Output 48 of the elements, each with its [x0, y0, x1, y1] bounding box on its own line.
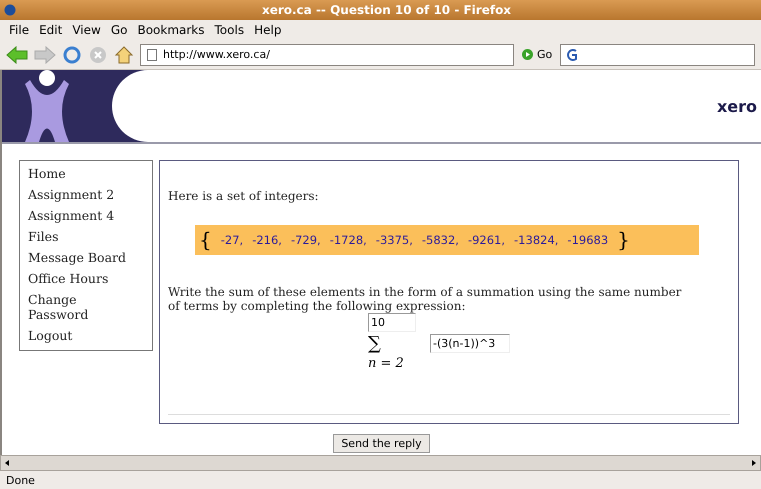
search-field[interactable]: [560, 44, 755, 66]
status-text: Done: [6, 474, 35, 486]
sigma-symbol: ∑: [368, 334, 382, 354]
horizontal-scrollbar[interactable]: [0, 455, 761, 471]
address-field[interactable]: http://www.xero.ca/: [140, 44, 514, 66]
send-button[interactable]: Send the reply: [333, 434, 430, 453]
menu-item[interactable]: Tools: [210, 23, 250, 37]
sidebar-link[interactable]: Home: [28, 163, 128, 184]
integer-value: -729,: [290, 233, 321, 247]
menu-item[interactable]: Edit: [34, 23, 68, 37]
sidebar-link[interactable]: Message Board: [28, 247, 128, 268]
integer-value: -19683: [567, 233, 608, 247]
integer-value: -27,: [220, 233, 244, 247]
menu-item[interactable]: Bookmarks: [132, 23, 210, 37]
intro-text: Here is a set of integers:: [168, 189, 320, 203]
menu-item[interactable]: File: [4, 23, 34, 37]
lower-limit: n = 2: [368, 356, 405, 371]
menu-item[interactable]: Go: [106, 23, 132, 37]
sidebar-link[interactable]: Files: [28, 226, 128, 247]
menu-item[interactable]: View: [67, 23, 106, 37]
integer-value: -5832,: [422, 233, 459, 247]
sidebar-link[interactable]: Logout: [28, 325, 128, 346]
integer-value: -1728,: [330, 233, 367, 247]
open-brace: {: [199, 228, 212, 252]
logo-drawing: [25, 70, 69, 142]
menu-item[interactable]: Help: [249, 23, 286, 37]
sidebar-link[interactable]: Change Password: [28, 289, 128, 325]
instruction-text: Write the sum of these elements in the form of a summation using the same number of terms by completing the following expression:: [168, 285, 682, 313]
upper-limit-field[interactable]: 10: [368, 313, 416, 332]
integer-value: -216,: [252, 233, 282, 247]
integer-value: -13824,: [514, 233, 558, 247]
sidebar-link[interactable]: Assignment 4: [28, 205, 128, 226]
term-field[interactable]: -(3(n-1))^3: [430, 334, 510, 353]
play-icon: [522, 49, 533, 60]
go-button[interactable]: Go: [520, 48, 554, 61]
window-title: xero.ca -- Question 10 of 10 - Firefox: [260, 3, 512, 17]
close-brace: }: [617, 228, 630, 252]
integer-value: -3375,: [376, 233, 413, 247]
back-arrow-icon[interactable]: [6, 46, 28, 64]
sidebar-link[interactable]: Assignment 2: [28, 184, 128, 205]
site-name: xero: [716, 96, 758, 116]
search-engine-icon: [565, 48, 580, 62]
url-text: http://www.xero.ca/: [163, 48, 270, 61]
forward-arrow-icon[interactable]: [34, 46, 56, 64]
page-icon: [147, 48, 157, 60]
home-icon[interactable]: [114, 44, 134, 64]
integer-value: -9261,: [468, 233, 506, 247]
sidebar-link[interactable]: Office Hours: [28, 268, 128, 289]
